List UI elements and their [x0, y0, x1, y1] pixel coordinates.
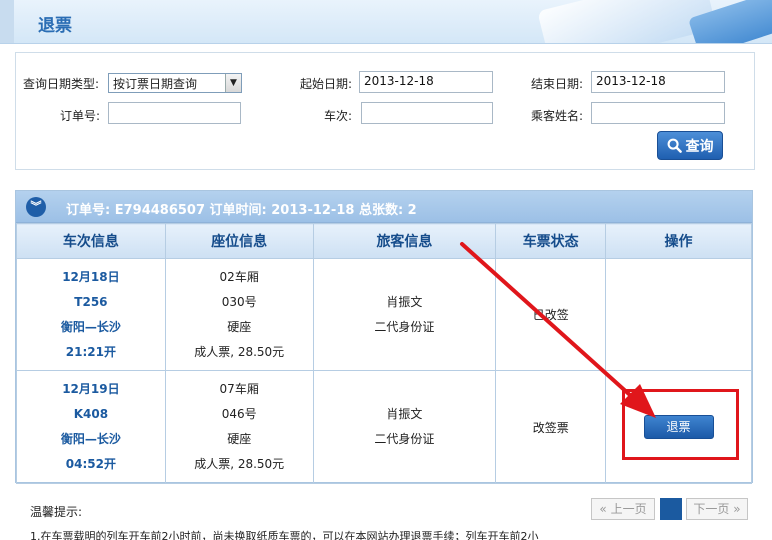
- current-page-indicator[interactable]: [660, 498, 682, 520]
- prev-page-button[interactable]: « 上一页: [591, 498, 655, 520]
- annotation-highlight-box: [622, 389, 739, 460]
- tips-line: 1.在车票载明的列车开车前2小时前，尚未换取纸质车票的，可以在本网站办理退票手续…: [30, 530, 539, 540]
- next-page-button[interactable]: 下一页 »: [686, 498, 748, 520]
- tips-title: 温馨提示:: [30, 505, 83, 519]
